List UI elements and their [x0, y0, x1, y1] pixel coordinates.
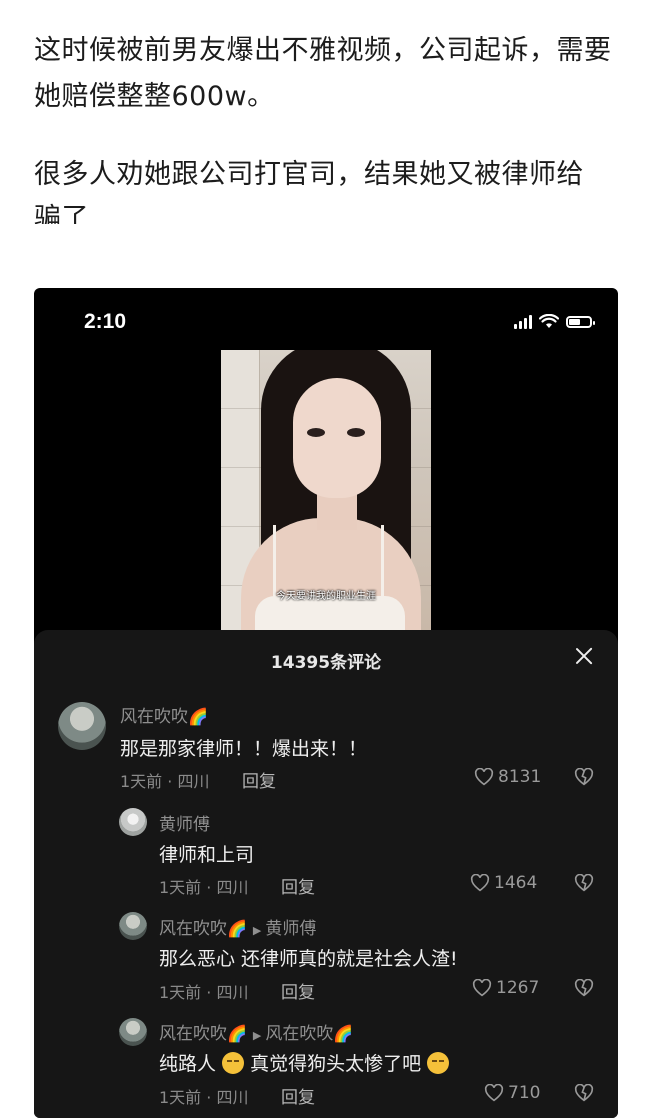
- reply-button[interactable]: 回复: [281, 978, 315, 1003]
- comment-text: 那是那家律师！！爆出来！！: [120, 738, 368, 760]
- dislike-icon[interactable]: [574, 1084, 594, 1102]
- dislike-icon[interactable]: [574, 768, 594, 786]
- article-text: 这时候被前男友爆出不雅视频，公司起诉，需要她赔偿整整600w。 很多人劝她跟公司…: [34, 28, 624, 256]
- status-time: 2:10: [84, 310, 127, 333]
- reply-arrow-icon: ▶: [252, 1029, 262, 1042]
- like-count: 1267: [496, 978, 540, 998]
- like-button[interactable]: 1267: [472, 978, 539, 998]
- comment-username[interactable]: 风在吹吹🌈 ▶ 黄师傅: [159, 914, 316, 939]
- comments-sheet: 14395条评论 风在吹吹🌈 那是那家律师！！爆出来！！ 1天前 · 四川 回复…: [34, 630, 618, 1118]
- like-count: 8131: [498, 767, 542, 787]
- comment-username[interactable]: 风在吹吹🌈: [120, 702, 208, 727]
- comment-meta: 1天前 · 四川: [159, 878, 249, 897]
- dislike-icon[interactable]: [574, 979, 594, 997]
- video-thumbnail[interactable]: 今天要讲我的职业生涯: [221, 350, 431, 632]
- avatar[interactable]: [119, 808, 147, 836]
- reply-to-username: 风在吹吹: [265, 1024, 334, 1044]
- article-paragraph: 很多人劝她跟公司打官司，结果她又被律师给: [34, 159, 584, 190]
- avatar[interactable]: [119, 1018, 147, 1046]
- avatar[interactable]: [58, 702, 106, 750]
- comment-text: 纯路人 真觉得狗头太惨了吧: [159, 1049, 450, 1076]
- avatar[interactable]: [119, 912, 147, 940]
- video-caption: 今天要讲我的职业生涯: [276, 591, 376, 602]
- reply-button[interactable]: 回复: [242, 767, 276, 792]
- battery-icon: [566, 315, 595, 328]
- like-count: 710: [508, 1083, 541, 1103]
- comment-text: 那么恶心 还律师真的就是社会人渣!: [159, 948, 458, 970]
- like-button[interactable]: 710: [484, 1083, 540, 1103]
- comment-text: 律师和上司: [159, 844, 255, 866]
- crying-emoji-icon: [222, 1052, 245, 1074]
- heart-icon: [470, 874, 490, 892]
- dislike-icon[interactable]: [574, 874, 594, 892]
- crying-emoji-icon: [427, 1052, 450, 1074]
- like-button[interactable]: 1464: [470, 873, 537, 893]
- comment-username[interactable]: 风在吹吹🌈 ▶ 风在吹吹🌈: [159, 1019, 353, 1044]
- reply-button[interactable]: 回复: [281, 1083, 315, 1108]
- heart-icon: [484, 1084, 504, 1102]
- comment-username[interactable]: 黄师傅: [159, 810, 210, 835]
- reply-button[interactable]: 回复: [281, 873, 315, 898]
- like-count: 1464: [494, 873, 538, 893]
- wifi-icon: [539, 314, 559, 328]
- comment-meta: 1天前 · 四川: [159, 983, 249, 1002]
- comments-count-title: 14395条评论: [270, 653, 382, 673]
- article-paragraph: 这时候被前男友爆出不雅视频，公司起诉，需要她赔偿整整600w。: [34, 35, 612, 112]
- heart-icon: [474, 768, 494, 786]
- close-icon[interactable]: [572, 644, 596, 668]
- reply-arrow-icon: ▶: [252, 924, 262, 937]
- phone-screenshot: 2:10 今天要讲我的职业生涯 14395条评论 风在吹吹🌈 那是那家律师！！爆…: [34, 288, 618, 1118]
- reply-to-username: 黄师傅: [265, 919, 317, 939]
- heart-icon: [472, 979, 492, 997]
- battery-level: [569, 318, 580, 325]
- like-button[interactable]: 8131: [474, 767, 541, 787]
- comment-meta: 1天前 · 四川: [120, 772, 210, 791]
- comment-meta: 1天前 · 四川: [159, 1088, 249, 1107]
- status-icons: [514, 314, 595, 329]
- article-paragraph-partial: 骗了: [34, 203, 89, 224]
- signal-icon: [514, 314, 532, 329]
